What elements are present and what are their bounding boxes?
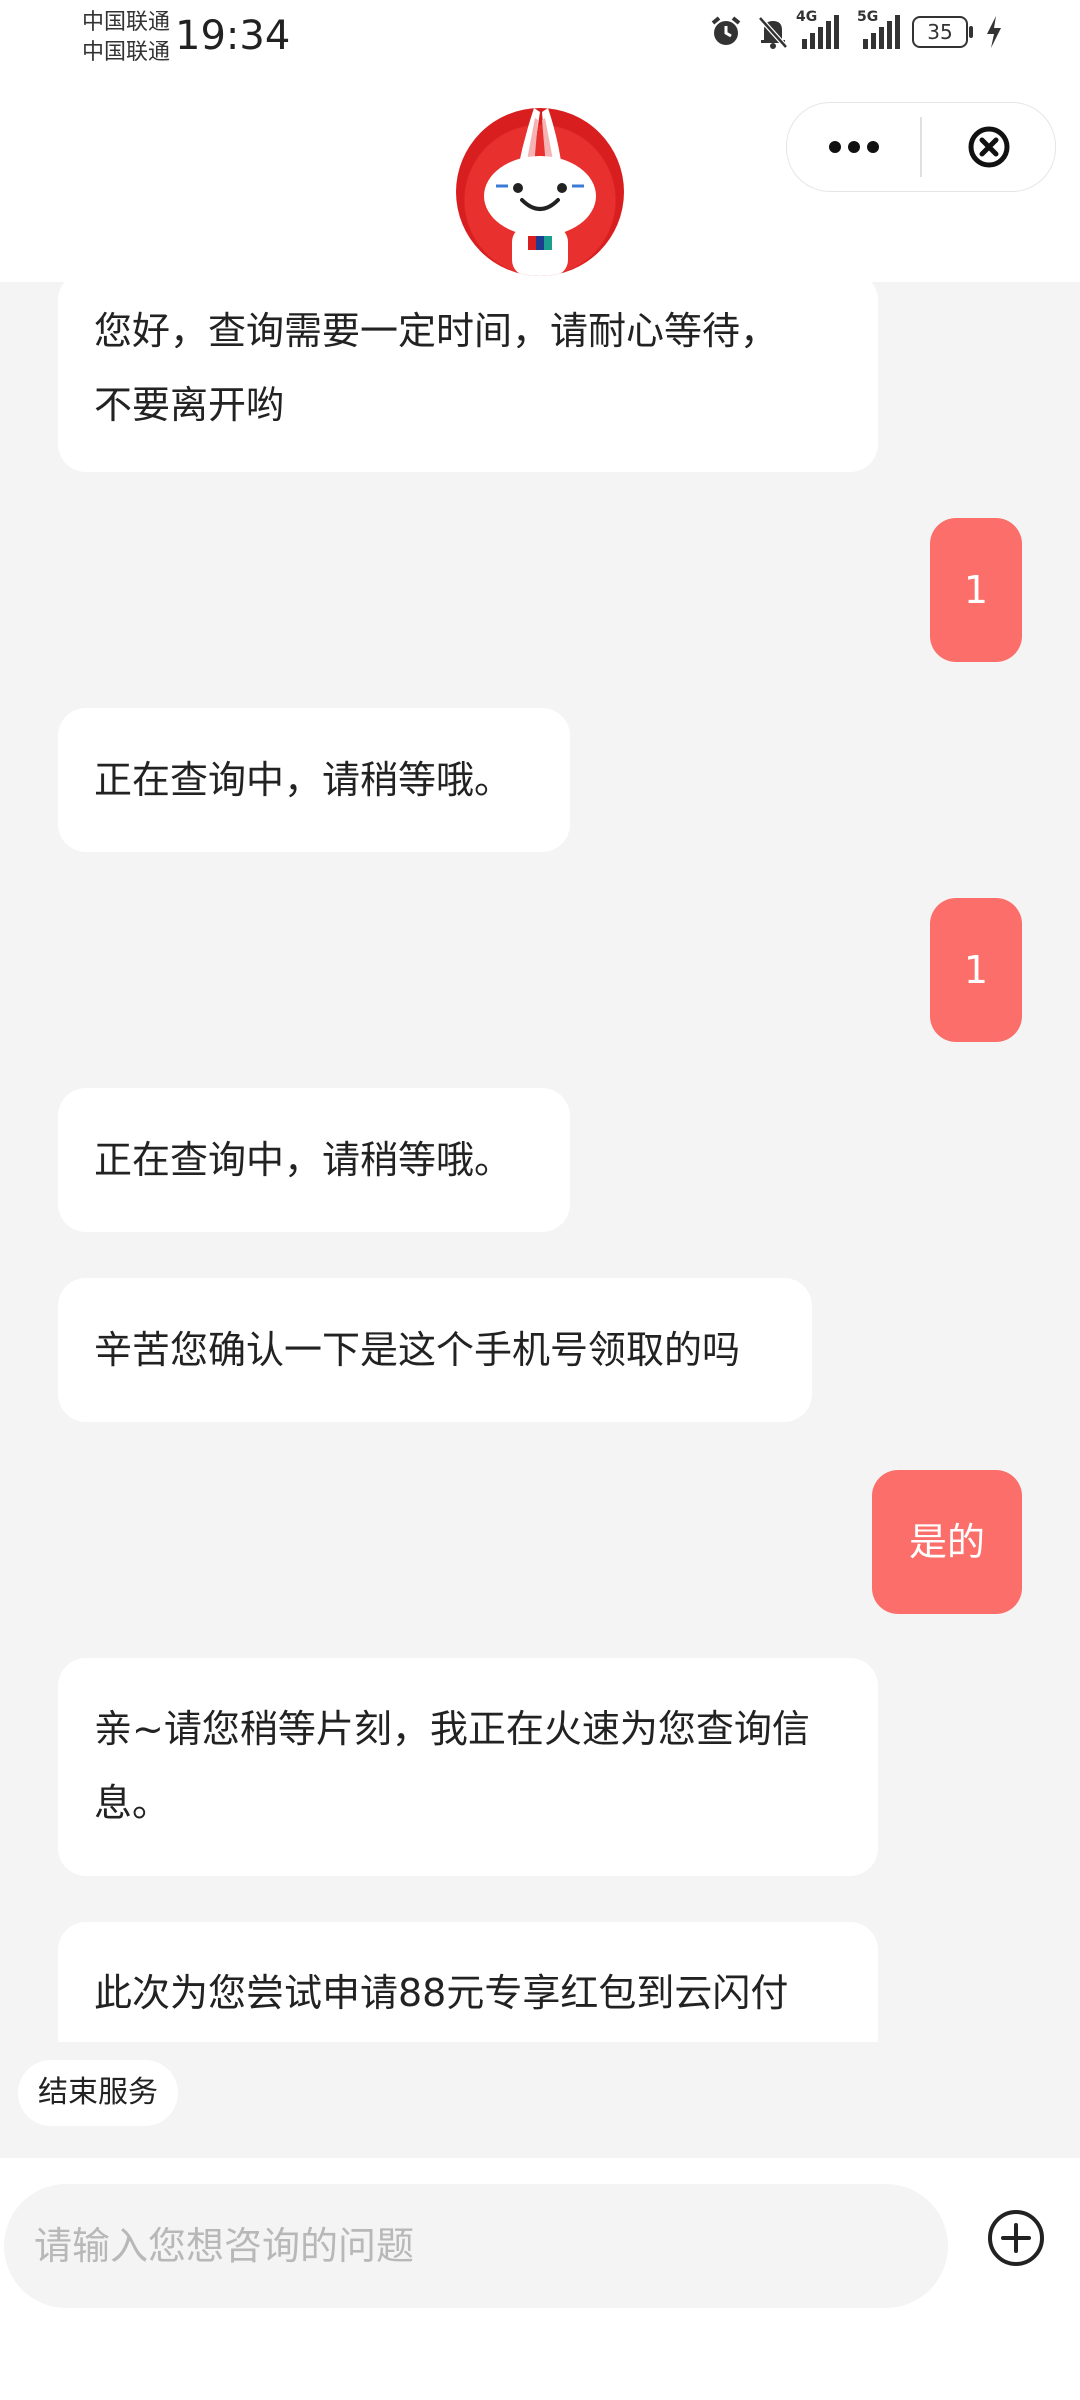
chat-message-list[interactable]: 您好，查询需要一定时间，请耐心等待， 不要离开哟 1 正在查询中，请稍等哦。 1…: [0, 282, 1080, 2042]
alarm-icon: [711, 16, 741, 45]
input-bar: 请输入您想咨询的问题: [0, 2158, 1080, 2400]
close-button[interactable]: [922, 103, 1055, 191]
carrier-1: 中国联通: [82, 10, 171, 35]
signal-5g-icon: 5G: [857, 9, 900, 49]
plus-circle-icon: [988, 2210, 1044, 2266]
more-button[interactable]: [787, 103, 920, 191]
bot-message: 您好，查询需要一定时间，请耐心等待， 不要离开哟: [58, 282, 878, 472]
close-circle-icon: [968, 126, 1009, 168]
bot-message-line: 您好，查询需要一定时间，请耐心等待，: [94, 309, 779, 353]
bot-message-line: 息。: [94, 1781, 171, 1825]
battery-icon: 35: [912, 16, 973, 48]
signal-4g-icon: 4G: [796, 9, 839, 49]
message-input[interactable]: 请输入您想咨询的问题: [4, 2184, 948, 2308]
mute-bell-icon: [758, 16, 788, 49]
status-icons: 4G 5G 35: [708, 9, 1004, 50]
charging-icon: [987, 16, 1001, 48]
end-service-button[interactable]: 结束服务: [18, 2060, 178, 2126]
net-type-1: 4G: [796, 9, 818, 25]
add-attachment-button[interactable]: [986, 2208, 1046, 2268]
bot-message: 正在查询中，请稍等哦。: [58, 1088, 570, 1232]
bot-message: 此次为您尝试申请88元专享红包到云闪付: [58, 1922, 878, 2042]
user-message: 1: [930, 518, 1022, 662]
user-message: 1: [930, 898, 1022, 1042]
bot-message: 正在查询中，请稍等哦。: [58, 708, 570, 852]
carrier-2: 中国联通: [82, 40, 171, 65]
more-dots-icon: [828, 141, 879, 153]
status-time: 19:34: [175, 13, 291, 59]
bot-message: 辛苦您确认一下是这个手机号领取的吗: [58, 1278, 812, 1422]
user-message: 是的: [872, 1470, 1022, 1614]
rabbit-mascot-avatar: [456, 108, 624, 276]
status-bar: 中国联通 中国联通 19:34 4G 5G 35: [0, 0, 1080, 80]
mini-program-capsule: [786, 102, 1056, 192]
bot-message-line: 不要离开哟: [94, 383, 285, 427]
bot-message-line: 亲~请您稍等片刻，我正在火速为您查询信: [94, 1707, 810, 1751]
chat-header: [0, 80, 1080, 282]
carrier-info: 中国联通 中国联通: [82, 8, 170, 68]
bot-message: 亲~请您稍等片刻，我正在火速为您查询信 息。: [58, 1658, 878, 1876]
net-type-2: 5G: [857, 9, 879, 25]
